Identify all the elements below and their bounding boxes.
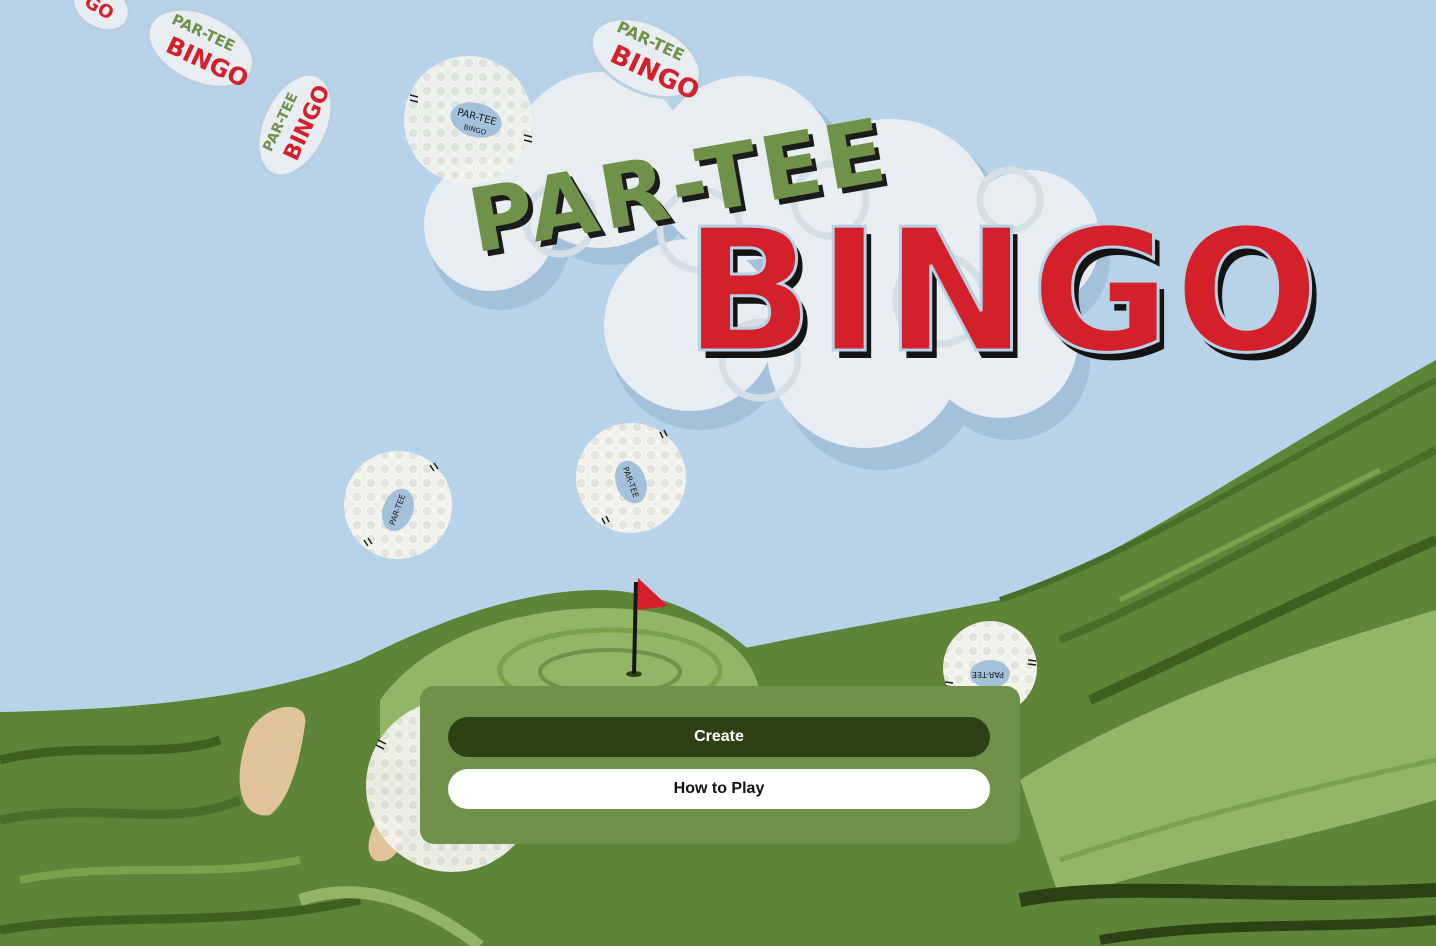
svg-text:PAR-TEE: PAR-TEE	[972, 670, 1004, 679]
how-to-play-button[interactable]: How to Play	[448, 769, 990, 809]
menu-panel: Create How to Play	[420, 686, 1020, 844]
svg-text:BINGO: BINGO	[684, 193, 1323, 391]
golf-ball-icon: PAR-TEE	[344, 451, 452, 559]
golf-ball-icon: PAR-TEE	[576, 423, 686, 533]
bingo-title: BINGO BINGO	[683, 192, 1326, 400]
create-button[interactable]: Create	[448, 717, 990, 757]
landing-scene: PAR-TEE PAR-TEE BINGO BINGO PAR-TEE BING…	[0, 0, 1436, 946]
golf-ball-icon: PAR-TEE BINGO	[404, 56, 533, 184]
